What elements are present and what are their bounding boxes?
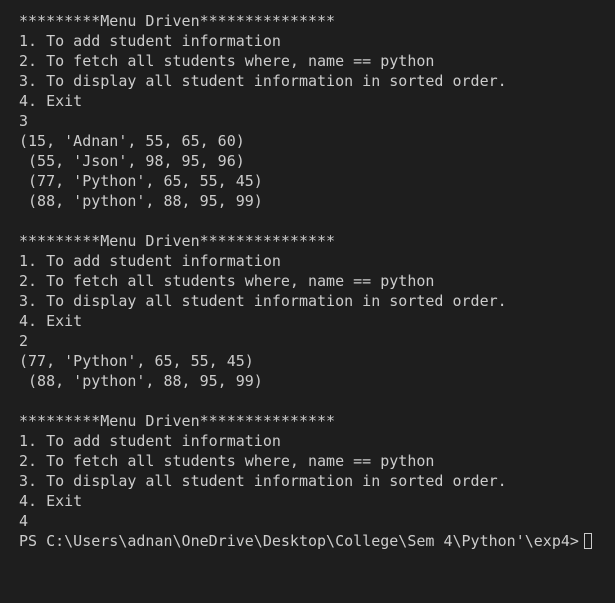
menu-header: *********Menu Driven*************** [19,232,336,250]
menu-header: *********Menu Driven*************** [19,412,336,430]
menu-option-display: 3. To display all student information in… [19,72,507,90]
terminal-prompt-line[interactable]: PS C:\Users\adnan\OneDrive\Desktop\Colle… [19,531,615,551]
output-row: (77, 'Python', 65, 55, 45) [19,352,254,370]
menu-option-fetch: 2. To fetch all students where, name == … [19,52,435,70]
output-row: (77, 'Python', 65, 55, 45) [19,172,263,190]
menu-option-fetch: 2. To fetch all students where, name == … [19,452,435,470]
menu-option-exit: 4. Exit [19,312,83,330]
menu-option-exit: 4. Exit [19,92,83,110]
user-input: 4 [19,512,29,530]
menu-header: *********Menu Driven*************** [19,12,336,30]
user-input: 3 [19,112,29,130]
user-input: 2 [19,332,29,350]
menu-option-add: 1. To add student information [19,252,281,270]
output-row: (88, 'python', 88, 95, 99) [19,192,263,210]
menu-option-fetch: 2. To fetch all students where, name == … [19,272,435,290]
output-row: (15, 'Adnan', 55, 65, 60) [19,132,245,150]
terminal-output: *********Menu Driven*************** 1. T… [19,11,615,531]
shell-prompt: PS C:\Users\adnan\OneDrive\Desktop\Colle… [19,532,579,550]
menu-option-add: 1. To add student information [19,432,281,450]
menu-option-exit: 4. Exit [19,492,83,510]
text-cursor[interactable] [583,533,592,549]
output-row: (88, 'python', 88, 95, 99) [19,372,263,390]
menu-option-display: 3. To display all student information in… [19,472,507,490]
terminal-panel[interactable]: *********Menu Driven*************** 1. T… [0,0,615,603]
menu-option-add: 1. To add student information [19,32,281,50]
output-row: (55, 'Json', 98, 95, 96) [19,152,245,170]
menu-option-display: 3. To display all student information in… [19,292,507,310]
